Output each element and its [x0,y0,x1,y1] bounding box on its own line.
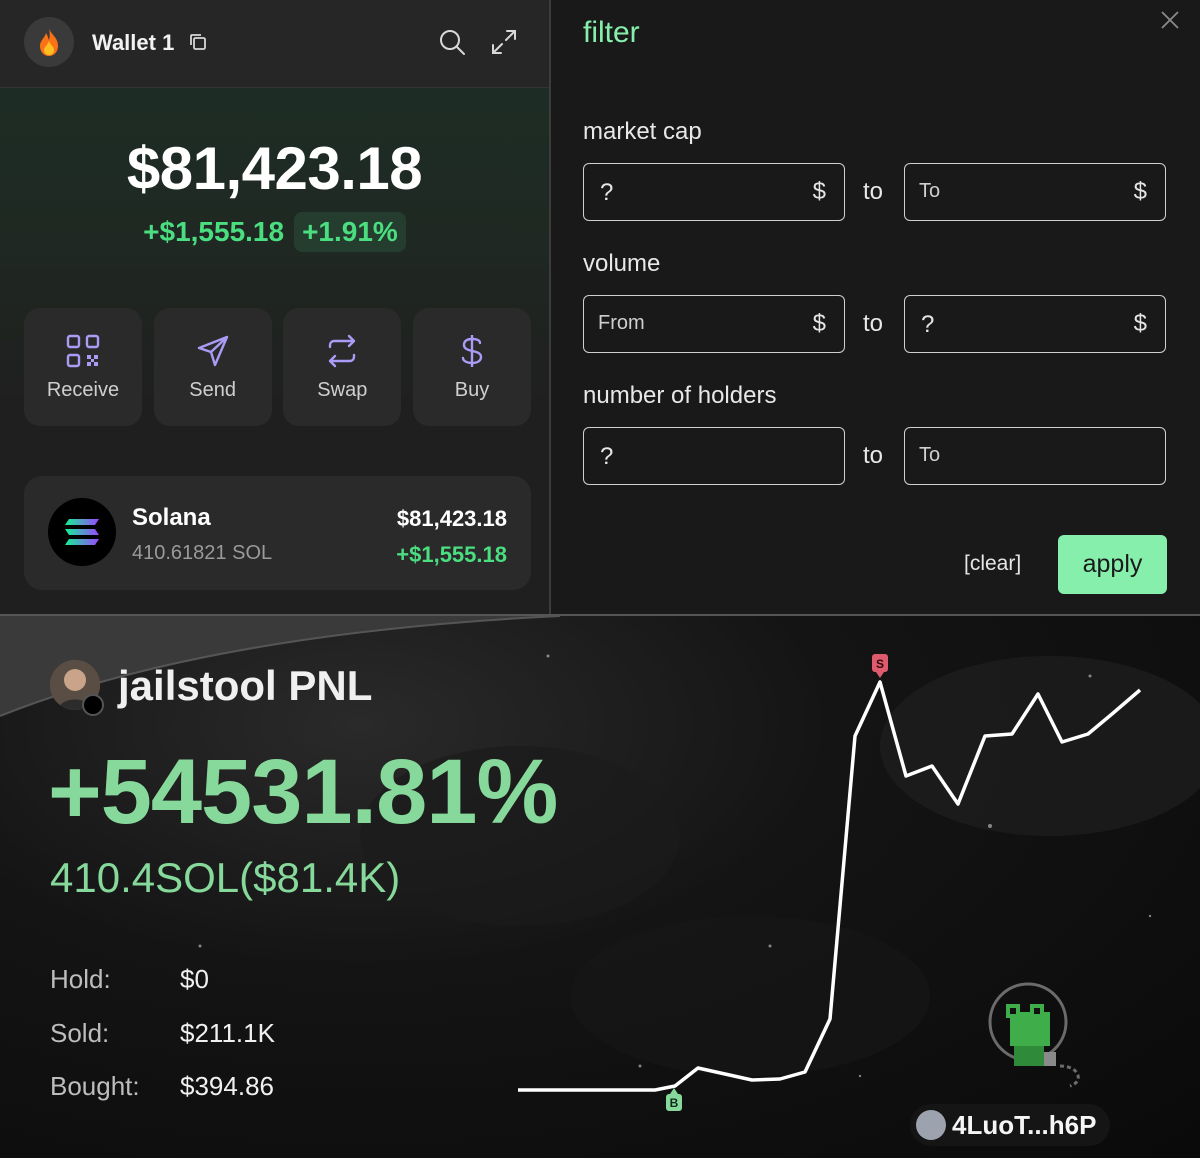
market-cap-from-currency: $ [812,178,826,205]
qr-code-icon [66,334,100,367]
send-label: Send [189,378,237,401]
holders-from-input[interactable]: ? [583,427,845,485]
wallet-address: 4LuoT...h6P [952,1109,1097,1140]
swap-button[interactable]: Swap [283,308,402,426]
volume-to-currency: $ [1133,310,1147,337]
solana-logo-icon [48,498,116,566]
apply-button[interactable]: apply [1058,535,1167,594]
send-icon [197,335,228,366]
token-change: +$1,555.18 [396,542,507,567]
holders-to-input[interactable]: To [904,427,1166,485]
wallet-panel: Wallet 1 $81,423.18 +$1,555.18 +1.91% Re… [0,0,549,614]
volume-to-input[interactable]: ? $ [904,295,1166,353]
search-icon[interactable] [438,28,466,56]
market-cap-to-input[interactable]: To $ [904,163,1166,221]
sell-marker-label: S [876,657,884,671]
market-cap-from-placeholder: ? [600,179,614,206]
balance-change: +$1,555.18 +1.91% [0,212,549,252]
receive-button[interactable]: Receive [24,308,142,426]
sell-marker: S [872,654,888,678]
address-pill[interactable]: 4LuoT...h6P [910,1104,1110,1146]
holders-from-placeholder: ? [600,443,614,470]
close-icon[interactable] [1158,8,1182,32]
volume-from-input[interactable]: From $ [583,295,845,353]
flame-icon [40,28,58,56]
holders-to-placeholder: To [919,444,941,466]
holders-label: number of holders [583,382,777,409]
volume-to-placeholder: ? [921,311,935,338]
holders-to-word: to [863,442,884,469]
market-cap-to-word: to [863,178,884,205]
change-amount: +$1,555.18 [143,216,285,247]
buy-marker-label: B [670,1096,679,1110]
wallet-actions: Receive Send Swap Buy [24,308,531,426]
volume-label: volume [583,250,661,277]
expand-icon[interactable] [490,28,518,56]
clear-button[interactable]: [clear] [964,552,1021,576]
volume-from-currency: $ [812,310,826,337]
buy-marker: B [666,1088,682,1111]
wallet-header: Wallet 1 [0,0,549,88]
copy-icon[interactable] [188,32,208,52]
token-value: $81,423.18 [396,506,507,531]
wallet-name[interactable]: Wallet 1 [92,30,174,56]
frog-astronaut-icon [988,982,1080,1088]
dollar-icon [461,334,483,367]
volume-to-word: to [863,310,884,337]
market-cap-to-currency: $ [1133,178,1147,205]
token-amount: 410.61821 SOL [132,542,273,564]
send-button[interactable]: Send [153,308,272,426]
pnl-card: jailstool PNL +54531.81% 410.4SOL($81.4K… [0,616,1200,1158]
buy-label: Buy [454,378,490,401]
wallet-balance: $81,423.18 [126,135,423,202]
swap-label: Swap [317,378,368,401]
frog-avatar-icon [916,1110,946,1140]
market-cap-to-placeholder: To [919,180,941,202]
token-name: Solana [132,504,211,531]
swap-icon [329,334,356,367]
volume-from-placeholder: From [598,312,645,334]
filter-title: filter [583,16,640,49]
market-cap-from-input[interactable]: ? $ [583,163,845,221]
receive-label: Receive [46,378,120,401]
market-cap-label: market cap [583,118,702,145]
change-percent: +1.91% [294,212,406,252]
wallet-avatar[interactable] [24,17,74,67]
buy-button[interactable]: Buy [412,308,531,426]
token-row-solana[interactable]: Solana 410.61821 SOL $81,423.18 +$1,555.… [24,476,531,590]
filter-panel: filter market cap ? $ to To $ volume Fro… [551,0,1200,614]
solana-bars-icon [65,519,99,545]
